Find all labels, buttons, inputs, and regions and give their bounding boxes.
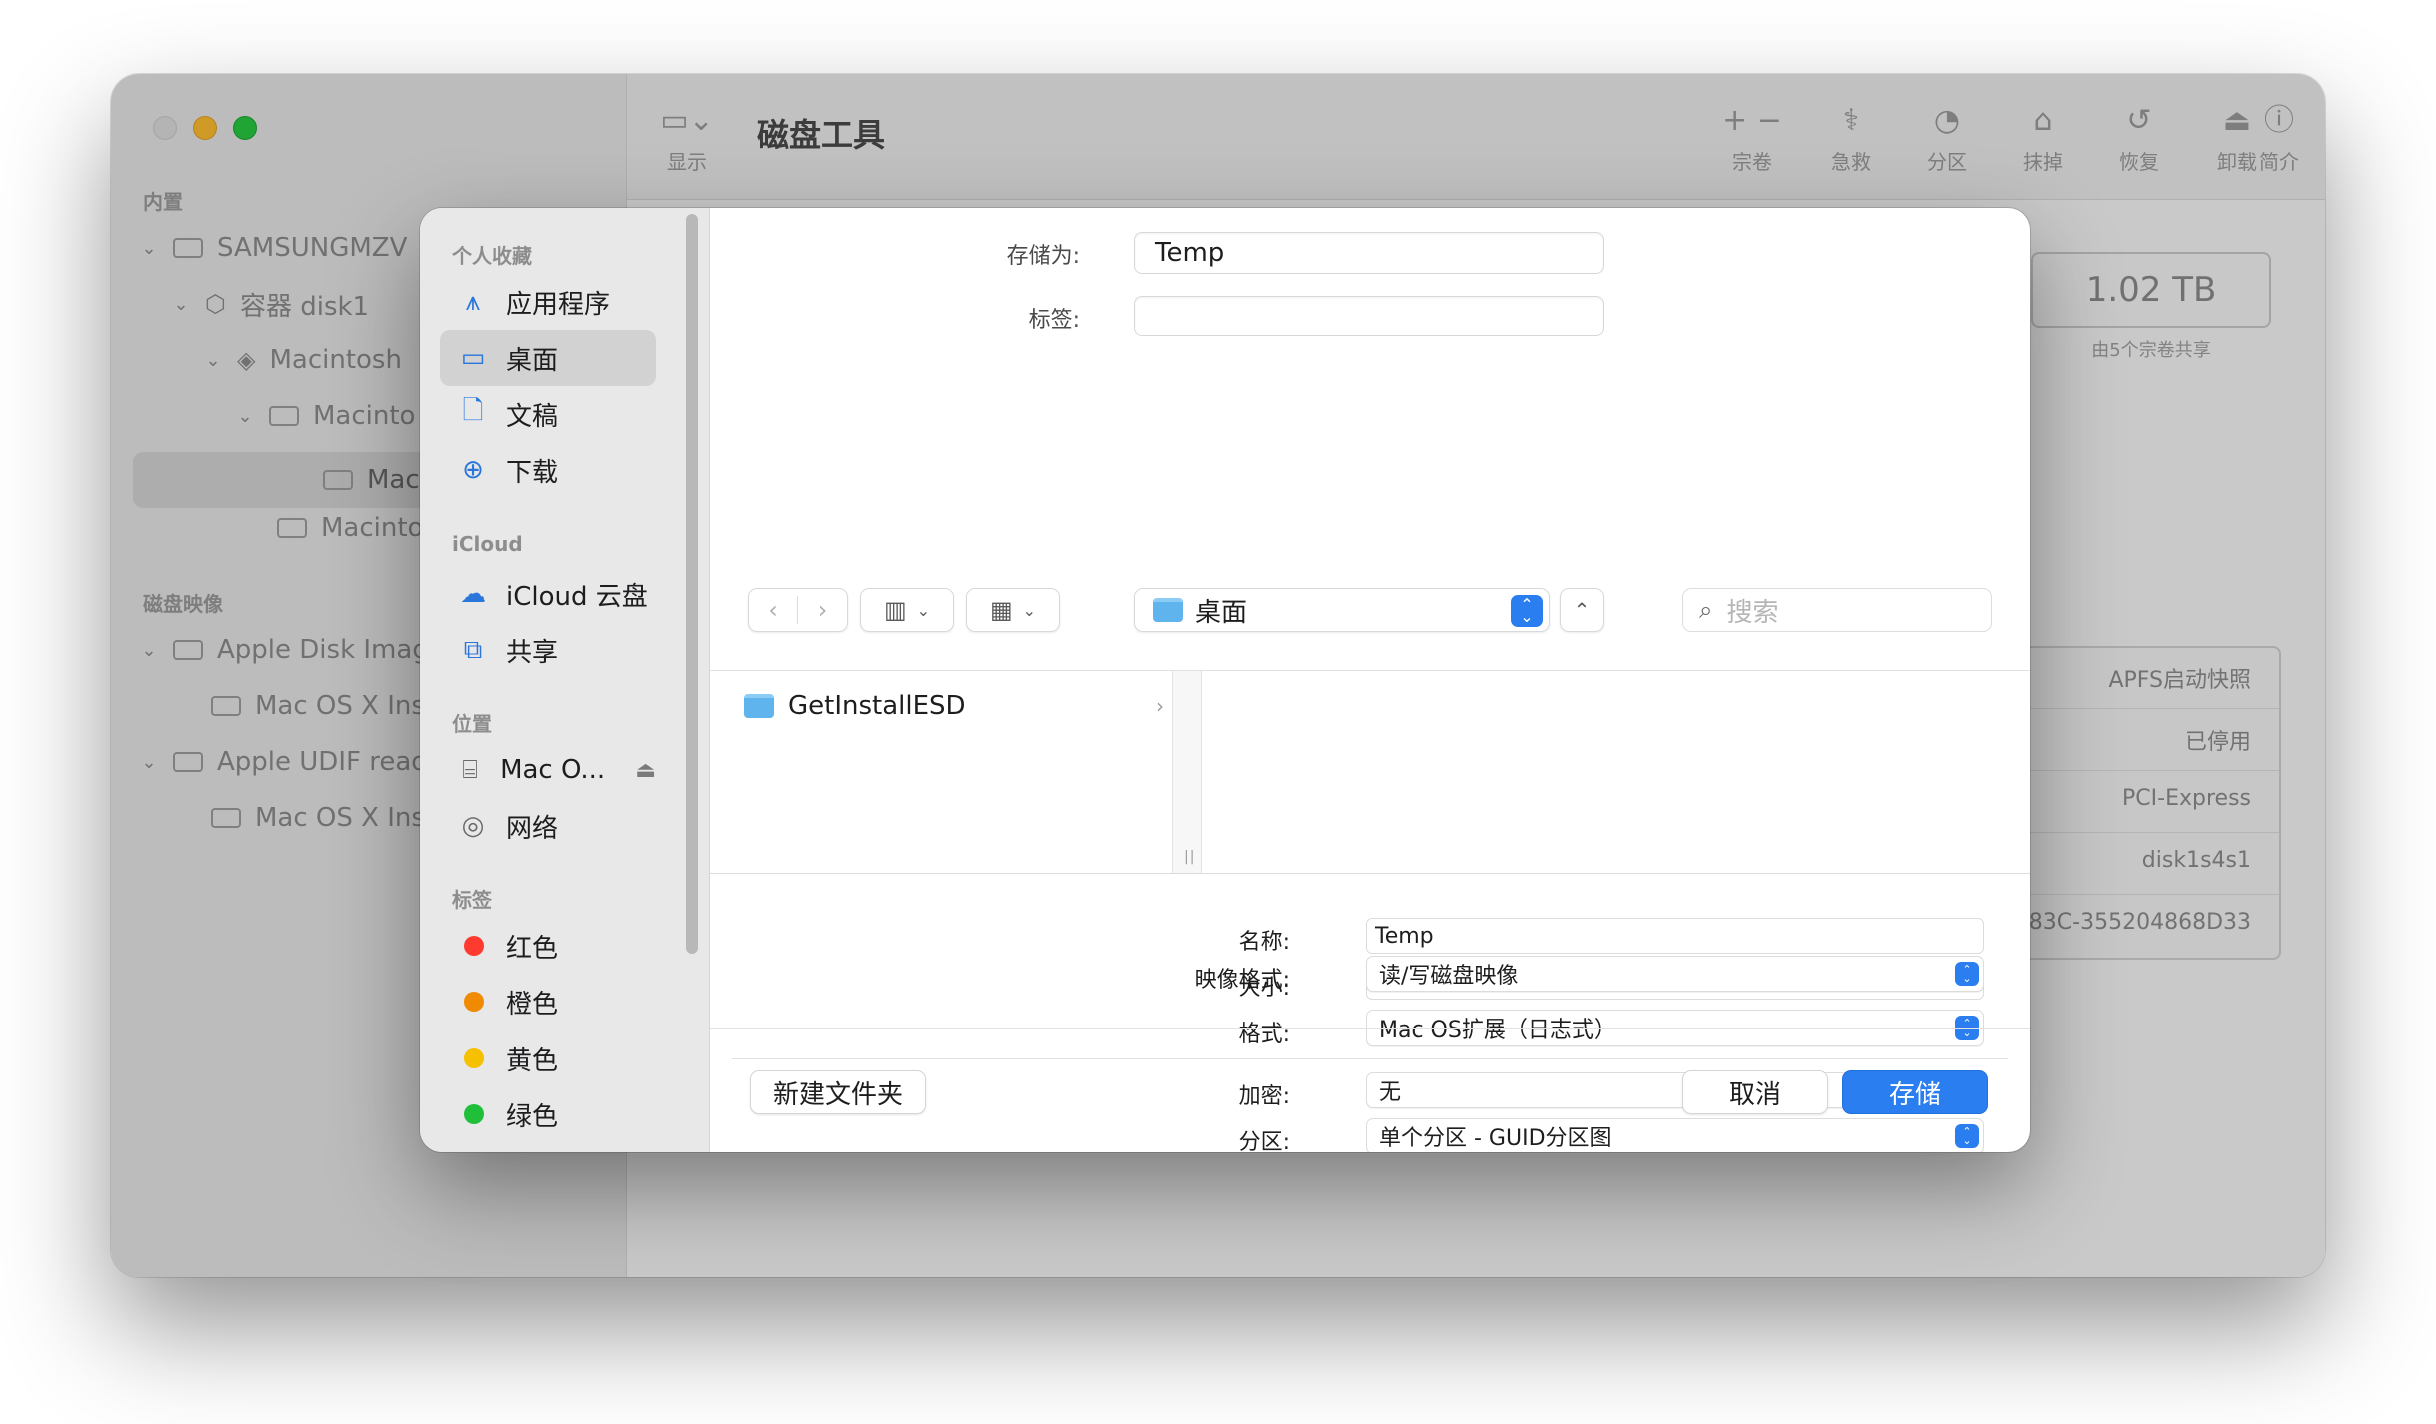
popup-stepper-icon: ⌃⌄ xyxy=(1955,1016,1979,1040)
partition-value: 单个分区 - GUID分区图 xyxy=(1379,1126,1612,1151)
file-name: GetInstallESD xyxy=(788,691,966,721)
cancel-button[interactable]: 取消 xyxy=(1682,1070,1828,1114)
popup-stepper-icon: ⌃⌄ xyxy=(1511,595,1543,627)
sidebar-tag-green[interactable]: 绿色 xyxy=(440,1086,656,1142)
search-placeholder: 搜索 xyxy=(1726,597,1779,628)
new-folder-button[interactable]: 新建文件夹 xyxy=(750,1070,926,1114)
chevron-down-icon: ⌄ xyxy=(916,600,931,620)
chevron-down-icon: ⌄ xyxy=(1022,600,1037,620)
sidebar-item-documents[interactable]: 🗋 文稿 xyxy=(440,386,656,442)
red-tag-dot xyxy=(464,936,484,956)
sidebar-tag-red[interactable]: 红色 xyxy=(440,918,656,974)
encryption-value: 无 xyxy=(1379,1080,1402,1105)
sidebar-item-label: 共享 xyxy=(506,637,559,668)
sidebar-item-applications[interactable]: ⩚ 应用程序 xyxy=(440,274,656,330)
sidebar-item-label: 文稿 xyxy=(506,401,559,432)
columns-view-icon: ▥ xyxy=(883,596,907,624)
sidebar-item-shared[interactable]: ⧉ 共享 xyxy=(440,622,656,678)
sidebar-tag-orange[interactable]: 橙色 xyxy=(440,974,656,1030)
sidebar-tag-yellow[interactable]: 黄色 xyxy=(440,1030,656,1086)
browser-bottom-divider xyxy=(710,873,2030,874)
save-dialog: 个人收藏 ⩚ 应用程序 ▭ 桌面 🗋 文稿 ⊕ 下载 iCloud ☁ iClo… xyxy=(420,208,2030,1152)
image-format-label: 映像格式: xyxy=(1194,968,1290,993)
icloud-heading: iCloud xyxy=(452,532,523,556)
downloads-icon: ⊕ xyxy=(462,455,484,485)
sidebar-item-label: 绿色 xyxy=(506,1101,559,1132)
sidebar-item-desktop[interactable]: ▭ 桌面 xyxy=(440,330,656,386)
sidebar-item-label: 网络 xyxy=(506,813,559,844)
green-tag-dot xyxy=(464,1104,484,1124)
view-mode-columns-button[interactable]: ▥ ⌄ xyxy=(860,588,954,632)
documents-icon: 🗋 xyxy=(462,396,484,426)
search-field[interactable]: ⌕ 搜索 xyxy=(1682,588,1992,632)
sidebar-item-label: 橙色 xyxy=(506,989,559,1020)
save-as-field[interactable]: Temp xyxy=(1134,232,1604,274)
partition-popup[interactable]: 单个分区 - GUID分区图 ⌃ ⌄ xyxy=(1366,1118,1984,1152)
save-button[interactable]: 存储 xyxy=(1842,1070,1988,1114)
sidebar-item-mac-os-volume[interactable]: ⌸ Mac O... ⏏ xyxy=(440,742,656,798)
folder-icon xyxy=(1153,598,1183,622)
popup-stepper-icon: ⌃⌄ xyxy=(1955,1124,1979,1148)
yellow-tag-dot xyxy=(464,1048,484,1068)
options-divider xyxy=(732,1058,2008,1059)
forward-button[interactable]: › xyxy=(798,596,847,624)
network-icon: ◎ xyxy=(461,811,485,841)
folder-icon xyxy=(744,694,774,718)
column-resize-handle[interactable]: || xyxy=(1172,671,1202,873)
image-format-popup[interactable]: 读/写磁盘映像 ⌃ ⌄ xyxy=(1366,956,1984,992)
sidebar-item-label: Mac O... xyxy=(500,755,606,785)
sidebar-item-downloads[interactable]: ⊕ 下载 xyxy=(440,442,656,498)
tags-label: 标签: xyxy=(1028,308,1080,333)
file-row-folder[interactable]: GetInstallESD › xyxy=(744,686,1164,726)
chevron-up-icon: ⌃ xyxy=(1573,598,1591,622)
grid-view-icon: ▦ xyxy=(989,596,1013,624)
name-field[interactable]: Temp xyxy=(1366,918,1984,954)
sidebar-item-label: 应用程序 xyxy=(506,289,611,320)
partition-label: 分区: xyxy=(1238,1130,1290,1152)
tags-field[interactable] xyxy=(1134,296,1604,336)
save-as-label: 存储为: xyxy=(1006,244,1080,269)
popup-stepper-icon: ⌃⌄ xyxy=(1955,962,1979,986)
format-value: Mac OS扩展（日志式） xyxy=(1379,1018,1616,1043)
desktop-icon: ▭ xyxy=(460,343,486,373)
back-forward-control: ‹ › xyxy=(748,588,848,632)
browser-top-divider xyxy=(710,670,2030,671)
sidebar-item-network[interactable]: ◎ 网络 xyxy=(440,798,656,854)
dialog-sidebar: 个人收藏 ⩚ 应用程序 ▭ 桌面 🗋 文稿 ⊕ 下载 iCloud ☁ iClo… xyxy=(420,208,710,1152)
format-popup[interactable]: Mac OS扩展（日志式） ⌃ ⌄ xyxy=(1366,1010,1984,1046)
encryption-label: 加密: xyxy=(1238,1084,1290,1109)
name-label: 名称: xyxy=(1238,930,1290,955)
locations-heading: 位置 xyxy=(452,712,492,736)
search-icon: ⌕ xyxy=(1699,596,1713,624)
chevron-right-icon: › xyxy=(1156,694,1164,718)
resize-grip-icon: || xyxy=(1184,849,1196,865)
sidebar-item-label: 黄色 xyxy=(506,1045,559,1076)
image-format-value: 读/写磁盘映像 xyxy=(1379,964,1519,989)
dialog-main: 存储为: Temp 标签: ‹ › ▥ ⌄ ▦ ⌄ 桌面 ⌃⌄ ⌃ ⌕ 搜索 xyxy=(710,208,2030,1152)
location-label: 桌面 xyxy=(1195,597,1248,628)
location-popup[interactable]: 桌面 ⌃ ⌄ xyxy=(1134,588,1550,632)
sidebar-item-icloud-drive[interactable]: ☁ iCloud 云盘 xyxy=(440,566,656,622)
tags-heading: 标签 xyxy=(452,888,492,912)
drive-icon: ⌸ xyxy=(462,754,478,785)
sidebar-item-label: iCloud 云盘 xyxy=(506,581,648,612)
sidebar-scrollbar[interactable] xyxy=(686,214,698,954)
sidebar-item-label: 桌面 xyxy=(506,345,559,376)
eject-icon[interactable]: ⏏ xyxy=(635,758,656,783)
orange-tag-dot xyxy=(464,992,484,1012)
shared-folder-icon: ⧉ xyxy=(463,634,483,665)
expand-collapse-button[interactable]: ⌃ xyxy=(1560,588,1604,632)
favorites-heading: 个人收藏 xyxy=(452,244,532,268)
sidebar-item-label: 红色 xyxy=(506,933,559,964)
back-button[interactable]: ‹ xyxy=(749,596,799,624)
sidebar-item-label: 下载 xyxy=(506,457,559,488)
cloud-icon: ☁ xyxy=(460,579,486,609)
applications-icon: ⩚ xyxy=(465,286,481,317)
format-label: 格式: xyxy=(1238,1022,1290,1047)
group-by-button[interactable]: ▦ ⌄ xyxy=(966,588,1060,632)
